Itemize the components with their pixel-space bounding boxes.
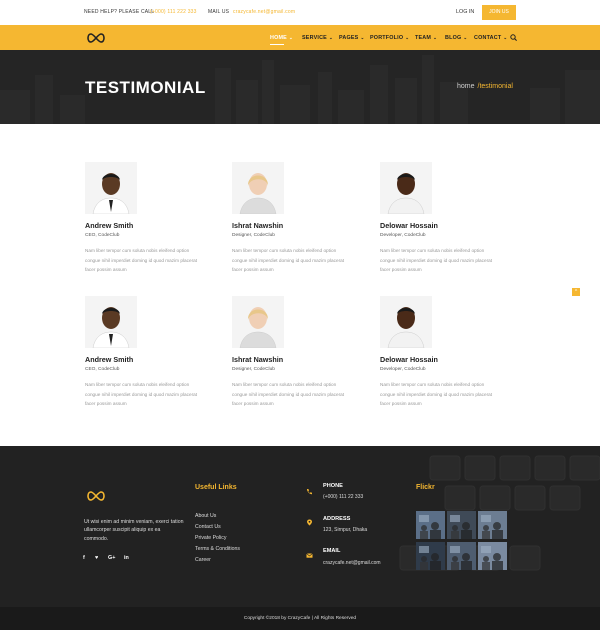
map-pin-icon xyxy=(307,519,312,526)
footer-link-contact[interactable]: Contact Us xyxy=(195,524,221,530)
flickr-thumbnail[interactable] xyxy=(416,511,445,539)
testimonial-role: CEO, CodeClub xyxy=(85,367,120,372)
breadcrumb: home/testimonial xyxy=(457,83,513,90)
login-link[interactable]: LOG IN xyxy=(456,9,474,15)
join-us-button[interactable]: JOIN US xyxy=(482,5,516,20)
infinity-logo-icon[interactable] xyxy=(85,32,107,44)
testimonial-photo xyxy=(85,296,137,348)
nav-item-contact[interactable]: CONTACT ⌄ xyxy=(474,35,507,41)
testimonial-photo xyxy=(380,296,432,348)
nav-item-pages[interactable]: PAGES ⌄ xyxy=(339,35,365,41)
chevron-down-icon: ⌄ xyxy=(328,35,334,40)
nav-item-blog[interactable]: BLOG ⌄ xyxy=(445,35,467,41)
testimonial-name: Ishrat Nawshin xyxy=(232,221,284,230)
testimonial-text: Nam liber tempor cum soluta nobis eleife… xyxy=(85,382,198,407)
mail-label: MAIL US xyxy=(208,9,230,15)
chevron-down-icon: ⌄ xyxy=(463,35,468,40)
flickr-thumbnail[interactable] xyxy=(478,542,507,570)
testimonial-text: Nam liber tempor cum soluta nobis eleife… xyxy=(380,382,493,407)
testimonial-text: Nam liber tempor cum soluta nobis eleife… xyxy=(232,382,345,407)
facebook-icon[interactable]: f xyxy=(83,555,85,561)
footer-link-about[interactable]: About Us xyxy=(195,513,216,519)
help-label: NEED HELP? PLEASE CALL xyxy=(84,9,155,15)
email-value[interactable]: crazycafe.net@gmail.com xyxy=(323,560,381,566)
page-title: TESTIMONIAL xyxy=(85,78,206,97)
testimonial-text: Nam liber tempor cum soluta nobis eleife… xyxy=(380,248,493,273)
phone-icon xyxy=(306,489,312,495)
flickr-heading: Flickr xyxy=(416,484,435,491)
nav-item-portfolio[interactable]: PORTFOLIO ⌄ xyxy=(370,35,409,41)
chevron-down-icon: ⌄ xyxy=(433,35,438,40)
chevron-down-icon: ⌄ xyxy=(288,35,294,40)
chevron-down-icon: ⌄ xyxy=(503,35,508,40)
testimonial-name: Delowar Hossain xyxy=(380,355,438,364)
testimonial-role: Designer, CodeClub xyxy=(232,233,275,238)
testimonial-photo xyxy=(232,296,284,348)
flickr-thumbnail[interactable] xyxy=(447,511,476,539)
scroll-to-top-button[interactable]: ^ xyxy=(572,288,580,296)
testimonial-role: CEO, CodeClub xyxy=(85,233,120,238)
footer-link-career[interactable]: Career xyxy=(195,557,211,563)
google-plus-icon[interactable]: G+ xyxy=(108,555,115,561)
mail-link[interactable]: crazycafe.net@gmail.com xyxy=(233,9,295,15)
footer-link-terms[interactable]: Terms & Conditions xyxy=(195,546,240,552)
envelope-icon xyxy=(306,553,313,558)
footer-link-privacy[interactable]: Private Policy xyxy=(195,535,226,541)
testimonial-text: Nam liber tempor cum soluta nobis eleife… xyxy=(85,248,198,273)
testimonial-name: Delowar Hossain xyxy=(380,221,438,230)
copyright-text: Copyright ©2018 by CrazyCafe | All Right… xyxy=(243,616,357,621)
flickr-thumbnail[interactable] xyxy=(447,542,476,570)
useful-links-heading: Useful Links xyxy=(195,484,237,491)
testimonial-name: Ishrat Nawshin xyxy=(232,355,284,364)
address-heading: ADDRESS xyxy=(323,516,351,522)
testimonial-photo xyxy=(380,162,432,214)
linkedin-icon[interactable]: in xyxy=(124,555,129,561)
flickr-thumbnail[interactable] xyxy=(416,542,445,570)
breadcrumb-current: testimonial xyxy=(479,83,513,90)
address-value: 123, Sirnpur, Dhaka xyxy=(323,527,368,533)
testimonial-photo xyxy=(85,162,137,214)
testimonial-role: Designer, CodeClub xyxy=(232,367,275,372)
testimonial-name: Andrew Smith xyxy=(85,355,134,364)
testimonial-role: Developer, CodeClub xyxy=(380,233,426,238)
nav-item-home[interactable]: HOME ⌄ xyxy=(270,35,293,41)
breadcrumb-home-link[interactable]: home xyxy=(457,83,475,90)
search-icon[interactable] xyxy=(510,34,517,41)
flickr-thumbnail[interactable] xyxy=(478,511,507,539)
phone-heading: PHONE xyxy=(323,483,343,489)
footer-about-text: Ut wisi enim ad minim veniam, exerci tat… xyxy=(84,519,184,542)
testimonial-name: Andrew Smith xyxy=(85,221,134,230)
chevron-down-icon: ⌄ xyxy=(405,35,410,40)
active-underline xyxy=(270,44,284,45)
chevron-down-icon: ⌄ xyxy=(360,35,365,40)
testimonial-photo xyxy=(232,162,284,214)
testimonial-role: Developer, CodeClub xyxy=(380,367,426,372)
footer-infinity-logo-icon[interactable] xyxy=(85,490,107,502)
nav-item-team[interactable]: TEAM ⌄ xyxy=(415,35,437,41)
help-phone-link[interactable]: (+000) 111 222 333 xyxy=(150,9,197,15)
phone-value[interactable]: (+000) 111 22 333 xyxy=(323,494,363,500)
testimonial-text: Nam liber tempor cum soluta nobis eleife… xyxy=(232,248,345,273)
email-heading: EMAIL xyxy=(323,548,341,554)
nav-item-service[interactable]: SERVICE ⌄ xyxy=(302,35,333,41)
twitter-icon[interactable]: ♥ xyxy=(95,555,98,561)
